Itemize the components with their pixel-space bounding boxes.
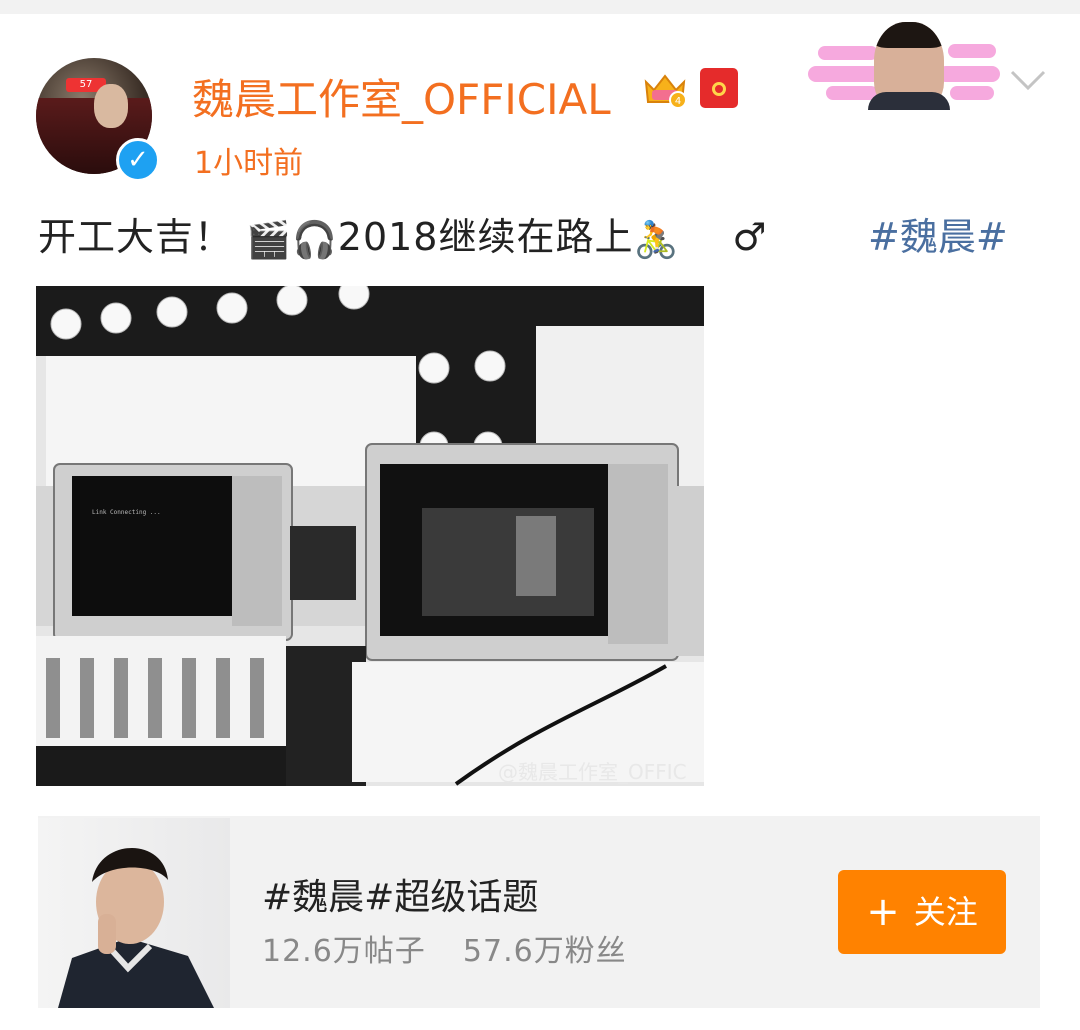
male-symbol-icon: ♂	[732, 215, 768, 259]
post-text-middle: 2018继续在路上	[337, 215, 634, 259]
topic-thumbnail	[38, 818, 230, 1008]
headphones-icon: 🎧	[291, 219, 338, 261]
post-timestamp: 1小时前	[194, 146, 304, 181]
topic-title[interactable]: #魏晨#超级话题	[262, 868, 538, 920]
avatar-face	[94, 84, 128, 128]
follow-button-label: 关注	[913, 893, 978, 931]
post-image[interactable]: Link Connecting ... @魏晨工作室_OFFIC	[36, 286, 704, 786]
crown-level-icon[interactable]: 4	[642, 70, 688, 110]
post-text-start: 开工大吉！	[38, 215, 234, 259]
post-content: 开工大吉！ 🎬🎧2018继续在路上🚴 ♂	[38, 206, 767, 261]
clapperboard-icon: 🎬	[246, 219, 292, 261]
profile-decoration-banner	[808, 16, 1000, 110]
verified-badge-icon: ✓	[116, 138, 160, 182]
plus-icon: +	[866, 889, 900, 935]
topic-stats: 12.6万帖子 57.6万粉丝	[262, 926, 627, 970]
bicyclist-icon: 🚴	[633, 219, 680, 261]
super-topic-card[interactable]: #魏晨#超级话题 12.6万帖子 57.6万粉丝 + 关注	[38, 816, 1040, 1008]
post-hashtag-link[interactable]: #魏晨#	[868, 206, 1008, 261]
image-watermark: @魏晨工作室_OFFIC	[498, 760, 687, 784]
topic-fans-count: 57.6万粉丝	[462, 934, 627, 969]
post-username[interactable]: 魏晨工作室_OFFICIAL	[192, 66, 611, 127]
status-bar-strip	[0, 0, 1080, 14]
svg-text:Link Connecting ...: Link Connecting ...	[92, 509, 161, 516]
red-packet-icon[interactable]	[700, 68, 738, 108]
svg-text:4: 4	[675, 96, 681, 107]
follow-button[interactable]: + 关注	[838, 870, 1006, 954]
chevron-down-icon[interactable]	[1008, 66, 1048, 94]
topic-posts-count: 12.6万帖子	[262, 934, 426, 969]
